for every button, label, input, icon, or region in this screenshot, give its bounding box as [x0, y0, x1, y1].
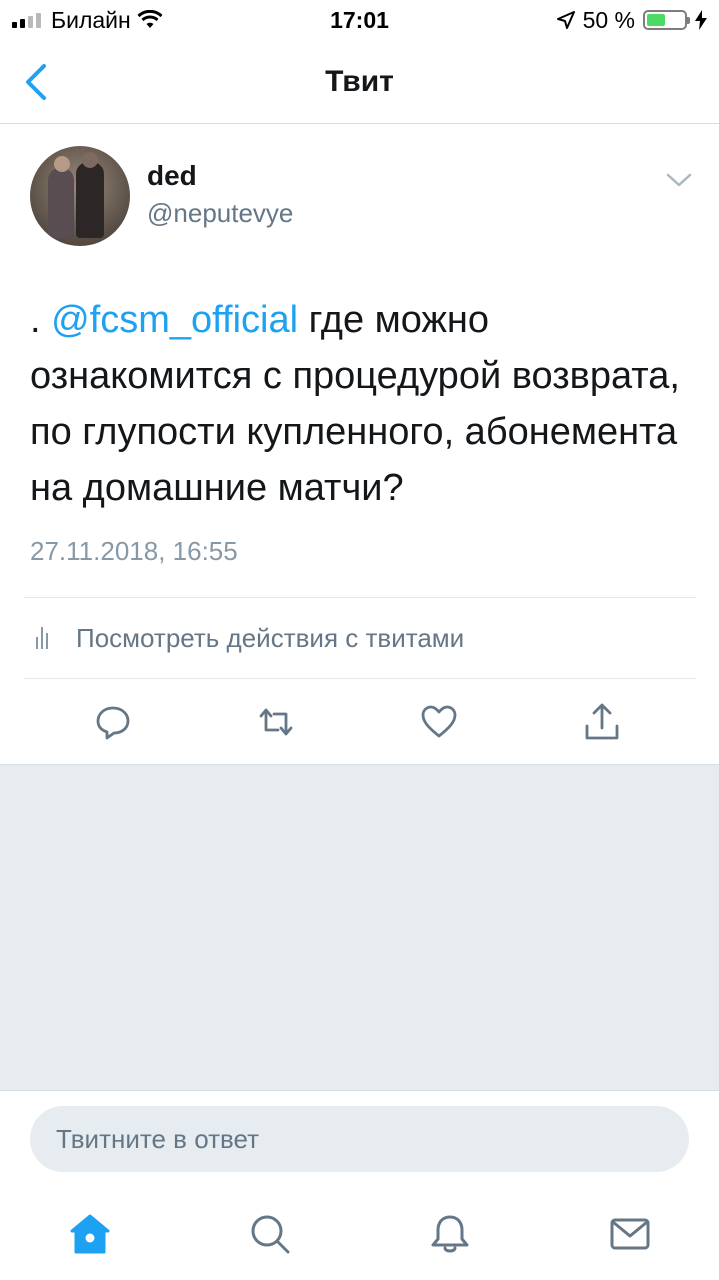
avatar[interactable] [30, 146, 130, 246]
tweet-text-prefix: . [30, 299, 52, 341]
charging-icon [695, 10, 707, 30]
author-name[interactable]: ded [147, 160, 197, 192]
battery-percent: 50 % [582, 6, 635, 33]
status-bar: Билайн 17:01 50 % [0, 0, 719, 40]
divider [24, 678, 696, 679]
location-icon [556, 11, 575, 29]
tab-bar [0, 1176, 719, 1280]
wifi-icon [137, 10, 163, 28]
home-icon[interactable] [68, 1212, 112, 1256]
replies-area [0, 764, 719, 1090]
signal-icon [12, 12, 41, 28]
retweet-icon[interactable] [256, 702, 296, 742]
tweet-detail: ded @neputevye . @fcsm_official где можн… [0, 124, 719, 764]
tweet-actions [0, 680, 719, 762]
analytics-icon [36, 627, 54, 649]
author-handle[interactable]: @neputevye [147, 198, 293, 229]
tweet-timestamp: 27.11.2018, 16:55 [30, 536, 238, 566]
reply-input[interactable] [30, 1106, 689, 1172]
mention-link[interactable]: @fcsm_official [51, 299, 298, 341]
nav-bar: Твит [0, 40, 719, 124]
tweet-analytics-link[interactable]: Посмотреть действия с твитами [24, 598, 696, 678]
like-icon[interactable] [419, 702, 459, 742]
carrier-label: Билайн [51, 6, 131, 33]
search-icon[interactable] [248, 1212, 292, 1256]
notifications-icon[interactable] [428, 1212, 472, 1256]
status-left: Билайн [12, 7, 163, 34]
analytics-label: Посмотреть действия с твитами [76, 622, 465, 653]
battery-icon [643, 10, 690, 30]
chevron-down-icon[interactable] [666, 172, 692, 188]
share-icon[interactable] [582, 702, 622, 742]
battery-level [647, 14, 665, 26]
back-button[interactable] [22, 62, 52, 102]
reply-icon[interactable] [93, 702, 133, 742]
messages-icon[interactable] [608, 1212, 652, 1256]
status-right: 50 % [556, 6, 707, 34]
page-title: Твит [325, 64, 394, 98]
reply-bar [0, 1090, 719, 1176]
tweet-text: . @fcsm_official где можно ознакомится с… [30, 292, 690, 516]
